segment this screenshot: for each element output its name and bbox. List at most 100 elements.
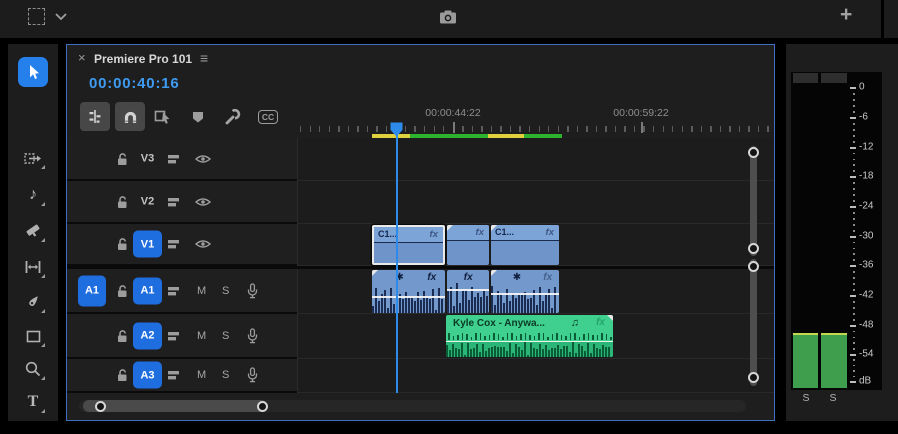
slip-tool[interactable] xyxy=(18,253,48,281)
add-plus-icon[interactable]: + xyxy=(840,3,852,27)
source-patch-a1[interactable]: A1 xyxy=(78,275,106,306)
add-marker-button[interactable] xyxy=(183,102,213,131)
track-target-v2[interactable]: V2 xyxy=(133,188,162,215)
eye-icon[interactable] xyxy=(195,196,211,207)
track-content-a3[interactable] xyxy=(297,359,774,393)
razor-tool[interactable] xyxy=(18,217,48,245)
mute-button[interactable]: M xyxy=(197,285,206,297)
selection-mode-icon[interactable] xyxy=(28,8,45,25)
sync-lock-icon[interactable] xyxy=(167,238,181,250)
audio-zoom-handle-bottom[interactable] xyxy=(748,372,759,383)
panel-menu-icon[interactable]: ≡ xyxy=(200,50,208,66)
audio-clip[interactable]: fx xyxy=(447,270,489,313)
track-content-v3[interactable] xyxy=(297,138,774,181)
solo-button[interactable]: S xyxy=(222,330,229,342)
solo-button[interactable]: S xyxy=(222,369,229,381)
meter-display: 0 -6 -12 -18 -24 -30 -36 -42 -48 -54 dB xyxy=(791,72,882,390)
audio-clip[interactable]: ✱ fx xyxy=(491,270,559,313)
mute-button[interactable]: M xyxy=(197,369,206,381)
track-content-a1[interactable]: ✱ fx fx ✱ fx xyxy=(297,269,774,314)
volume-rubber-band[interactable] xyxy=(372,296,445,298)
clip-label: C1... xyxy=(378,229,398,239)
meter-scale-label: -6 xyxy=(859,111,868,123)
video-clip[interactable]: fx xyxy=(447,225,489,265)
track-select-forward-tool[interactable] xyxy=(18,144,48,172)
video-zoom-handle-bottom[interactable] xyxy=(748,243,759,254)
track-target-a2[interactable]: A2 xyxy=(133,322,162,349)
eye-icon[interactable] xyxy=(195,239,211,250)
audio-zoom-handle-top[interactable] xyxy=(748,261,759,272)
sync-lock-icon[interactable] xyxy=(167,285,181,297)
track-content-v2[interactable] xyxy=(297,181,774,224)
track-target-a1[interactable]: A1 xyxy=(133,277,162,304)
lock-icon[interactable] xyxy=(115,368,129,383)
volume-rubber-band[interactable] xyxy=(447,289,489,291)
nest-insert-toggle-button[interactable] xyxy=(80,102,110,131)
track-content-a2[interactable]: Kyle Cox - Anywa... ♫ fx xyxy=(297,314,774,359)
lock-icon[interactable] xyxy=(115,237,129,252)
track-target-v1[interactable]: V1 xyxy=(133,230,162,258)
selection-tool[interactable] xyxy=(18,57,48,87)
type-tool[interactable]: T xyxy=(18,388,48,416)
lock-icon[interactable] xyxy=(115,328,129,343)
lock-icon[interactable] xyxy=(115,283,129,298)
track-content-v1[interactable]: C1... fx fx C1... fx xyxy=(297,224,774,266)
tab-sequence-title[interactable]: Premiere Pro 101 xyxy=(94,52,192,66)
lock-icon[interactable] xyxy=(115,151,129,166)
mic-icon[interactable] xyxy=(246,282,259,299)
rectangle-tool[interactable] xyxy=(18,322,48,350)
fx-badge[interactable]: fx xyxy=(427,272,436,283)
eye-icon[interactable] xyxy=(195,153,211,164)
fx-badge[interactable]: fx xyxy=(476,227,484,238)
timeline-tab-bar: × Premiere Pro 101 ≡ xyxy=(67,45,774,73)
mic-icon[interactable] xyxy=(246,367,259,383)
sync-lock-icon[interactable] xyxy=(167,369,181,381)
zoom-handle-left[interactable] xyxy=(95,400,106,412)
snap-toggle-button[interactable] xyxy=(115,102,145,131)
audio-waveform xyxy=(491,286,559,313)
track-header-v1: V1 xyxy=(67,224,297,266)
sync-lock-icon[interactable] xyxy=(167,330,181,342)
fx-badge[interactable]: fx xyxy=(546,227,554,238)
solo-button[interactable]: S xyxy=(222,285,229,297)
track-row-a2: A2 M S Kyle Cox - Anywa... ♫ fx xyxy=(67,314,774,359)
pen-tool[interactable] xyxy=(18,288,48,316)
mute-button[interactable]: M xyxy=(197,330,206,342)
zoom-tool[interactable] xyxy=(18,355,48,383)
timeline-settings-button[interactable] xyxy=(217,102,247,131)
captions-button[interactable]: CC xyxy=(253,102,283,131)
mic-icon[interactable] xyxy=(246,327,259,344)
sync-lock-icon[interactable] xyxy=(167,196,181,208)
horizontal-scrollbar-thumb[interactable] xyxy=(83,400,267,412)
audio-clip[interactable]: ✱ fx xyxy=(372,270,445,313)
chevron-down-icon[interactable] xyxy=(55,13,67,21)
fx-badge[interactable]: fx xyxy=(464,272,473,283)
playhead-handle[interactable] xyxy=(390,122,403,138)
remix-tool[interactable]: ♪ xyxy=(18,181,48,209)
video-clip[interactable]: C1... fx xyxy=(491,225,559,265)
zoom-handle-right[interactable] xyxy=(257,400,268,412)
playhead-timecode[interactable]: 00:00:40:16 xyxy=(89,75,180,92)
camera-icon[interactable] xyxy=(439,9,457,25)
close-icon[interactable]: × xyxy=(78,50,86,65)
track-row-a3: A3 M S xyxy=(67,359,774,393)
video-track-zoom-bar[interactable] xyxy=(750,146,757,256)
video-clip[interactable]: C1... fx xyxy=(372,225,445,265)
meter-solo-right[interactable]: S xyxy=(825,392,841,404)
fx-badge[interactable]: fx xyxy=(430,229,438,240)
track-target-v3[interactable]: V3 xyxy=(133,145,162,172)
playhead-line[interactable] xyxy=(396,129,398,393)
fx-badge[interactable]: fx xyxy=(543,272,552,283)
linked-selection-button[interactable] xyxy=(149,102,179,131)
volume-rubber-band[interactable] xyxy=(491,293,559,295)
top-toolbar: + xyxy=(0,0,898,45)
lock-icon[interactable] xyxy=(115,194,129,209)
track-target-a3[interactable]: A3 xyxy=(133,361,162,389)
sync-lock-icon[interactable] xyxy=(167,153,181,165)
music-clip[interactable]: Kyle Cox - Anywa... ♫ fx xyxy=(446,315,613,357)
video-zoom-handle-top[interactable] xyxy=(748,147,759,158)
meter-solo-left[interactable]: S xyxy=(798,392,814,404)
audio-track-zoom-bar[interactable] xyxy=(750,259,757,386)
clip-notch xyxy=(491,270,497,276)
fx-badge[interactable]: fx xyxy=(596,317,605,328)
